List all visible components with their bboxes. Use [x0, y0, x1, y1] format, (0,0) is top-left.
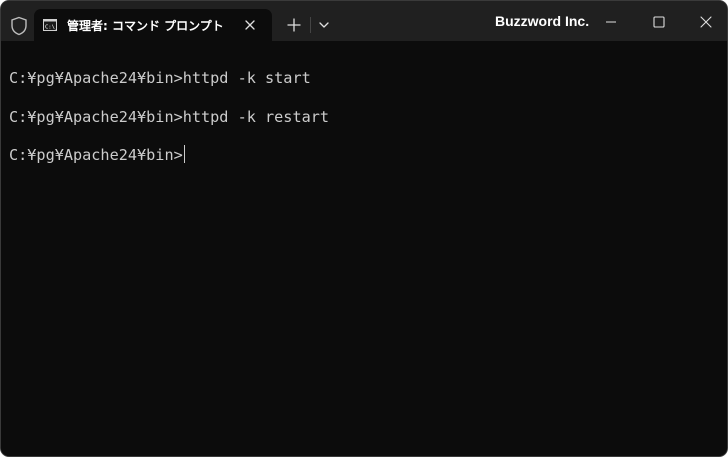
svg-text:C:\_: C:\_ [45, 25, 57, 31]
tab-command-prompt[interactable]: C:\_ 管理者: コマンド プロンプト [34, 9, 272, 41]
terminal-content[interactable]: C:¥pg¥Apache24¥bin>httpd -k start C:¥pg¥… [1, 41, 727, 456]
close-tab-icon[interactable] [242, 17, 258, 33]
window-title: Buzzword Inc. [495, 13, 590, 29]
chevron-down-icon[interactable] [314, 15, 334, 35]
title-bar[interactable]: C:\_ 管理者: コマンド プロンプト Buzzword Inc. [1, 1, 727, 41]
close-window-icon[interactable] [691, 9, 721, 35]
terminal-window: C:\_ 管理者: コマンド プロンプト Buzzword Inc. C:¥pg… [1, 1, 727, 456]
toolbar-separator [310, 17, 311, 33]
tab-title: 管理者: コマンド プロンプト [67, 19, 224, 33]
terminal-prompt-line[interactable]: C:¥pg¥Apache24¥bin> [9, 145, 185, 165]
new-tab-icon[interactable] [284, 15, 304, 35]
maximize-icon[interactable] [644, 9, 674, 35]
terminal-line: C:¥pg¥Apache24¥bin>httpd -k start [9, 69, 311, 87]
text-cursor [183, 145, 185, 163]
terminal-line: C:¥pg¥Apache24¥bin>httpd -k restart [9, 108, 330, 126]
minimize-icon[interactable] [596, 9, 626, 35]
shield-icon [11, 16, 27, 36]
cmd-icon: C:\_ [43, 19, 57, 31]
terminal-prompt: C:¥pg¥Apache24¥bin> [9, 146, 183, 164]
